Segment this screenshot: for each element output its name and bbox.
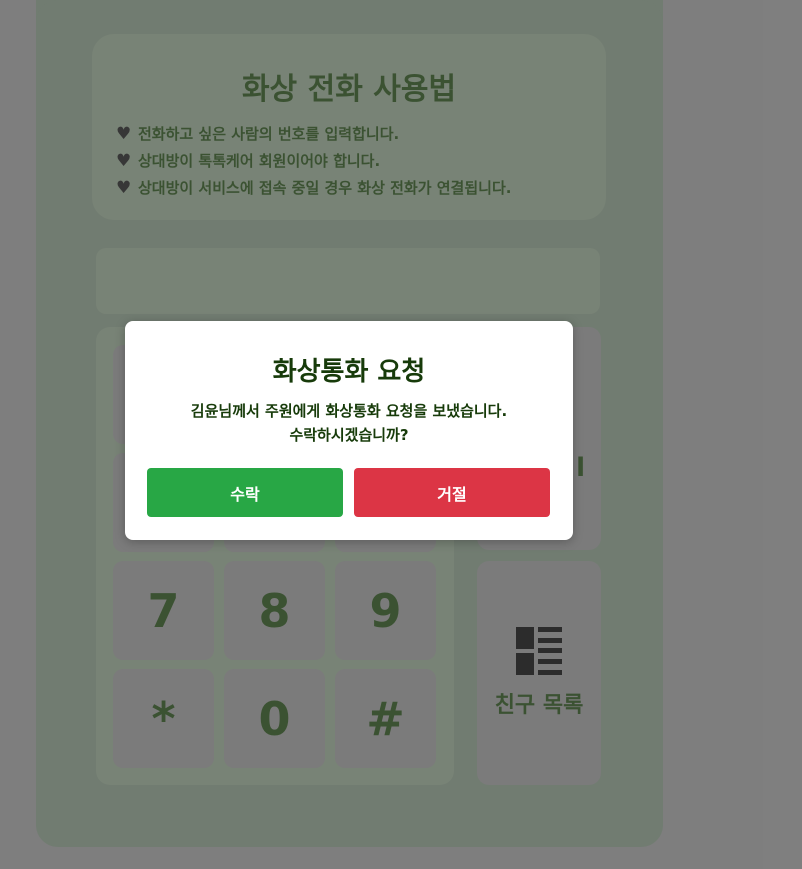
video-call-request-modal: 화상통화 요청 김윤님께서 주원에게 화상통화 요청을 보냈습니다. 수락하시겠… [125,321,573,540]
modal-message-line1: 김윤님께서 주원에게 화상통화 요청을 보냈습니다. [190,402,508,420]
modal-message-line2: 수락하시겠습니까? [289,426,409,444]
modal-title: 화상통화 요청 [272,357,426,387]
accept-button[interactable]: 수락 [147,468,343,517]
reject-button[interactable]: 거절 [354,468,550,517]
modal-message: 김윤님께서 주원에게 화상통화 요청을 보냈습니다. 수락하시겠습니까? [125,399,573,447]
